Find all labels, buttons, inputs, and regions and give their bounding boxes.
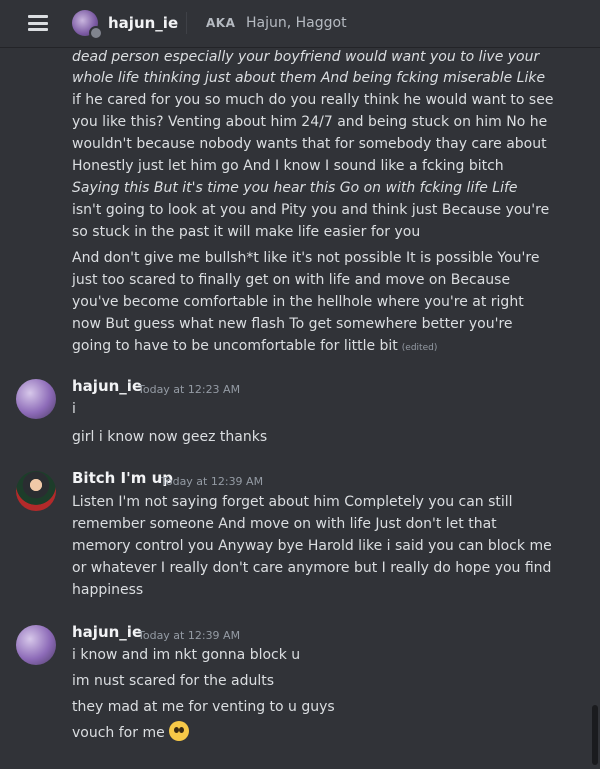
message-line: i know and im nkt gonna block u bbox=[72, 647, 301, 663]
message-line: Honestly just let him go And I know I so… bbox=[72, 158, 504, 174]
aka-label: AKA bbox=[206, 16, 236, 30]
aka-names: Hajun, Haggot bbox=[246, 15, 347, 31]
avatar[interactable] bbox=[16, 471, 56, 511]
pleading-face-emoji bbox=[168, 721, 189, 741]
message-line: Listen I'm not saying forget about him C… bbox=[72, 494, 513, 510]
edited-label: (edited) bbox=[401, 343, 438, 353]
message-line: they mad at me for venting to u guys bbox=[72, 699, 335, 715]
status-offline-icon bbox=[89, 26, 103, 40]
message-line: you've become comfortable in the hellhol… bbox=[72, 294, 524, 310]
message-line: girl i know now geez thanks bbox=[72, 429, 268, 445]
message-line: And don't give me bullsh*t like it's not… bbox=[72, 250, 540, 266]
message-list: dead person especially your boyfriend wo… bbox=[0, 49, 600, 769]
message-line: so stuck in the past it will make life e… bbox=[72, 224, 421, 240]
message-line: whole life thinking just about them And … bbox=[72, 70, 546, 86]
message-line: im nust scared for the adults bbox=[72, 673, 275, 689]
top-bar: hajun_ie AKA Hajun, Haggot bbox=[0, 0, 600, 48]
message-timestamp: Today at 12:39 AM bbox=[161, 475, 264, 488]
message-line: going to have to be uncomfortable for li… bbox=[72, 335, 437, 359]
message-author[interactable]: Bitch I'm up bbox=[72, 469, 173, 487]
message-line: if he cared for you so much do you reall… bbox=[72, 92, 554, 108]
message-line: vouch for me bbox=[72, 721, 189, 744]
message-line: remember someone And move on with life J… bbox=[72, 516, 497, 532]
avatar[interactable] bbox=[16, 625, 56, 665]
avatar[interactable] bbox=[16, 379, 56, 419]
message-text: going to have to be uncomfortable for li… bbox=[72, 338, 398, 354]
message-line: isn't going to look at you and Pity you … bbox=[72, 202, 550, 218]
message-line: you like this? Venting about him 24/7 an… bbox=[72, 114, 548, 130]
message-line: wouldn't because nobody wants that for s… bbox=[72, 136, 547, 152]
message-timestamp: Today at 12:23 AM bbox=[138, 383, 241, 396]
message-line: or whatever I really don't care anymore … bbox=[72, 560, 552, 576]
message-text: vouch for me bbox=[72, 725, 165, 741]
message-line: Saying this But it's time you hear this … bbox=[72, 180, 518, 196]
scrollbar[interactable] bbox=[592, 705, 598, 765]
message-line: happiness bbox=[72, 582, 144, 598]
message-timestamp: Today at 12:39 AM bbox=[138, 629, 241, 642]
message-author[interactable]: hajun_ie bbox=[72, 377, 142, 395]
dm-name[interactable]: hajun_ie bbox=[108, 14, 178, 32]
message-author[interactable]: hajun_ie bbox=[72, 623, 142, 641]
message-line: memory control you Anyway bye Harold lik… bbox=[72, 538, 552, 554]
message-line: i bbox=[72, 401, 76, 417]
message-line: dead person especially your boyfriend wo… bbox=[72, 49, 540, 65]
message-line: just too scared to finally get on with l… bbox=[72, 272, 511, 288]
hamburger-menu-icon[interactable] bbox=[28, 15, 48, 31]
header-divider bbox=[186, 12, 187, 34]
message-line: now But guess what new flash To get some… bbox=[72, 316, 513, 332]
